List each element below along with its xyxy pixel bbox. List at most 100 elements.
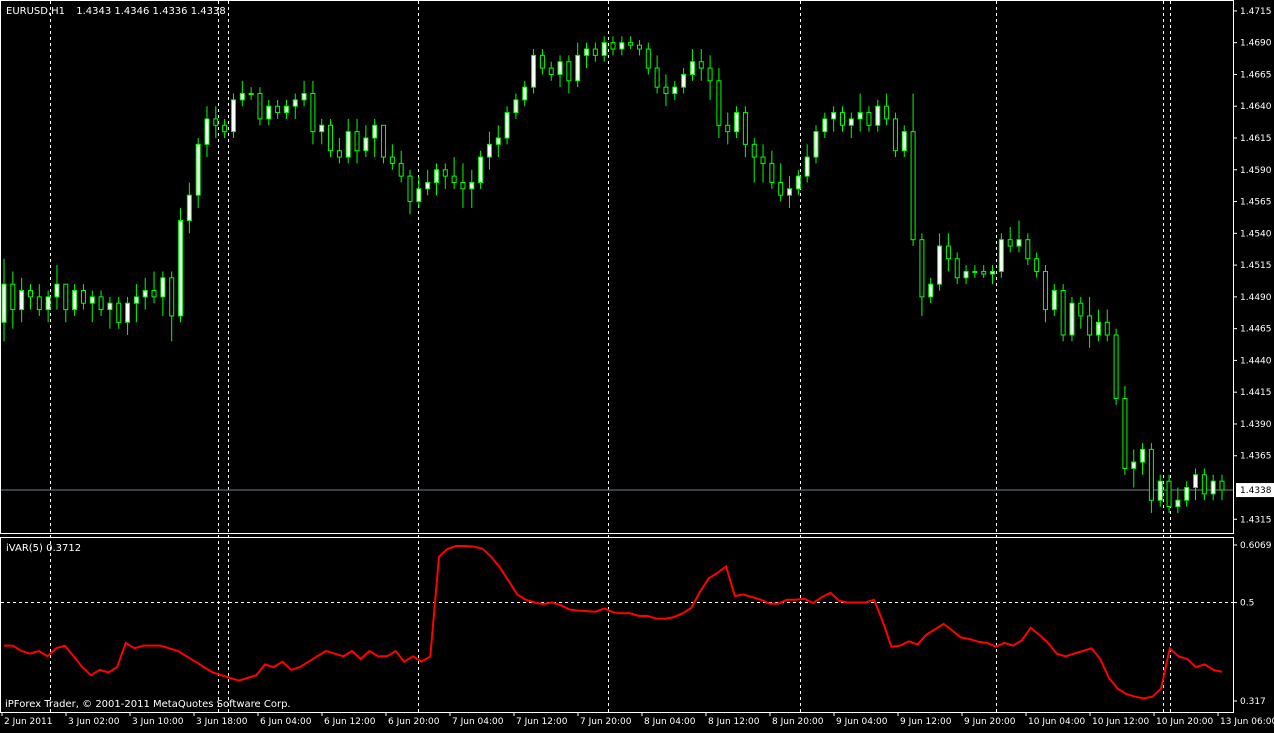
time-tick-label: 10 Jun 12:00	[1092, 717, 1149, 727]
candle-body	[1087, 315, 1093, 336]
candle-body	[575, 54, 581, 82]
candle-body	[548, 67, 554, 75]
time-tick-label: 3 Jun 10:00	[132, 717, 184, 727]
candle[interactable]	[178, 207, 184, 323]
candle-body	[283, 105, 289, 114]
candle-body	[425, 181, 431, 190]
candle-body	[539, 54, 545, 69]
candle-body	[972, 270, 978, 273]
candle-body	[151, 290, 157, 298]
candle-body	[1069, 302, 1075, 336]
candle-body	[460, 181, 466, 190]
time-tick-label: 3 Jun 18:00	[196, 717, 248, 727]
candle-body	[919, 239, 925, 298]
candle-body	[866, 112, 872, 126]
candle-body	[336, 150, 342, 158]
candle-body	[769, 162, 775, 183]
chart-window[interactable]: EURUSD,H1 1.4343 1.4346 1.4336 1.4338 1.…	[0, 0, 1274, 729]
candle-body	[787, 188, 793, 196]
candle-body	[213, 118, 219, 126]
candle[interactable]	[230, 93, 236, 138]
candle-body	[19, 290, 25, 311]
candle-body	[681, 73, 687, 88]
candle-body	[389, 156, 395, 164]
candle-body	[133, 296, 139, 304]
candle-body	[1113, 334, 1119, 400]
time-tick-label: 10 Jun 20:00	[1156, 717, 1213, 727]
candle-body	[80, 290, 86, 304]
price-tick-label: 1.4315	[1240, 515, 1272, 525]
candle-body	[54, 283, 60, 298]
candle-body	[478, 156, 484, 183]
candle-body	[954, 258, 960, 279]
candle-body	[469, 181, 475, 190]
candle[interactable]	[892, 112, 898, 158]
copyright-text: iPForex Trader, © 2001-2011 MetaQuotes S…	[5, 699, 291, 710]
candle-body	[363, 137, 369, 152]
candle[interactable]	[1122, 385, 1128, 475]
candle-body	[142, 290, 148, 298]
candle-body	[990, 270, 996, 275]
candle-body	[522, 86, 528, 101]
candle-body	[592, 48, 598, 56]
candle-body	[937, 245, 943, 285]
candle-body	[892, 118, 898, 152]
chart-canvas[interactable]: EURUSD,H1 1.4343 1.4346 1.4336 1.4338 1.…	[0, 0, 1274, 729]
indicator-tick-label: 0.6069	[1240, 541, 1272, 551]
candle-body	[27, 290, 33, 298]
time-tick-label: 8 Jun 12:00	[708, 717, 760, 727]
candle[interactable]	[1069, 296, 1075, 342]
candle-body	[433, 169, 439, 183]
time-tick-label: 9 Jun 12:00	[900, 717, 952, 727]
candle-body	[804, 156, 810, 177]
candle-body	[839, 112, 845, 126]
candle-body	[1148, 448, 1154, 501]
candle-body	[910, 131, 916, 241]
candle-body	[619, 42, 625, 50]
candle-body	[416, 188, 422, 203]
candle[interactable]	[1060, 284, 1066, 342]
candle-body	[204, 118, 210, 145]
candle[interactable]	[1113, 328, 1119, 405]
candle-body	[1166, 480, 1172, 508]
candle-body	[186, 194, 192, 222]
time-tick-label: 9 Jun 04:00	[836, 717, 888, 727]
candle-body	[486, 143, 492, 158]
candle-body	[169, 277, 175, 317]
candle-body	[354, 131, 360, 152]
candle-body	[742, 112, 748, 145]
candle-body	[963, 270, 969, 279]
chart-background	[0, 0, 1274, 729]
candle-body	[531, 54, 537, 88]
candle-body	[222, 124, 228, 133]
price-tick-label: 1.4490	[1240, 293, 1272, 303]
candle-body	[319, 124, 325, 133]
candle-body	[875, 105, 881, 126]
candle-body	[381, 124, 387, 158]
time-tick-label: 8 Jun 20:00	[772, 717, 824, 727]
candle-body	[239, 93, 245, 101]
candle-body	[928, 283, 934, 298]
candle-body	[1, 283, 7, 323]
candle-body	[601, 42, 607, 56]
candle-body	[689, 61, 695, 75]
candle-body	[1025, 239, 1031, 260]
time-tick-label: 9 Jun 20:00	[964, 717, 1016, 727]
current-price-marker: 1.4338	[1236, 483, 1274, 498]
time-tick-label: 13 Jun 06:00	[1220, 717, 1274, 727]
time-tick-label: 7 Jun 20:00	[580, 717, 632, 727]
price-tick-label: 1.4640	[1240, 102, 1272, 112]
candle-body	[107, 302, 113, 311]
candle[interactable]	[531, 49, 537, 94]
candle-body	[610, 42, 616, 50]
candle-body	[707, 67, 713, 82]
candle-body	[1131, 461, 1137, 469]
candle[interactable]	[998, 233, 1004, 278]
candle-body	[328, 124, 334, 152]
price-tick-label: 1.4415	[1240, 388, 1272, 398]
candle-body	[654, 67, 660, 88]
candle-body	[257, 93, 263, 120]
candle-body	[1016, 239, 1022, 247]
price-tick-label: 1.4590	[1240, 166, 1272, 176]
candle-body	[1157, 480, 1163, 501]
